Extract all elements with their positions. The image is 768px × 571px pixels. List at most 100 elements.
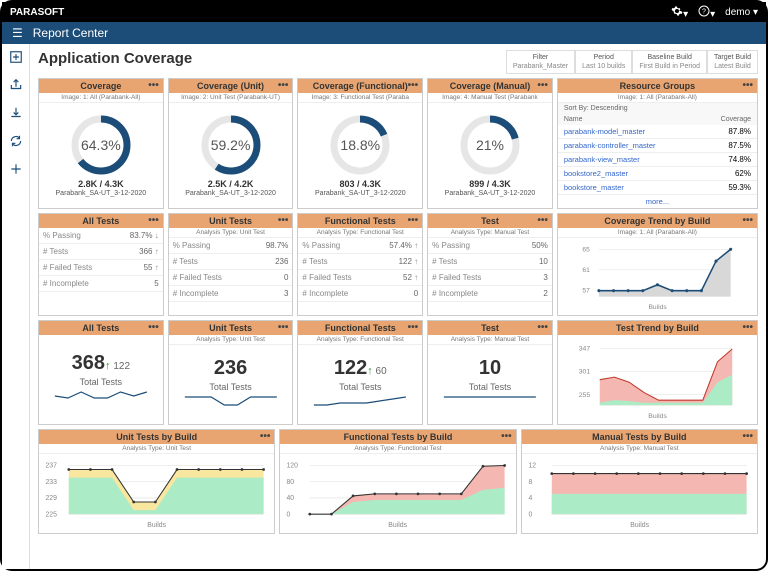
- stat-row: # Tests122 ↑: [298, 254, 422, 270]
- filter-0[interactable]: FilterParabank_Master: [506, 50, 575, 74]
- download-icon[interactable]: [9, 106, 23, 122]
- widget-menu-icon[interactable]: •••: [408, 215, 419, 226]
- add-widget-icon[interactable]: [9, 50, 23, 66]
- resource-group-row[interactable]: bookstore2_master62%: [558, 167, 757, 181]
- svg-text:237: 237: [45, 463, 57, 470]
- svg-text:12: 12: [528, 463, 536, 470]
- widget-header: Coverage (Unit)•••: [169, 79, 293, 93]
- stat-row: # Tests366 ↑: [39, 244, 163, 260]
- total-number: 10: [479, 357, 501, 379]
- widget-menu-icon[interactable]: •••: [260, 431, 271, 442]
- resource-group-row[interactable]: bookstore_master59.3%: [558, 181, 757, 195]
- build-name: Parabank_SA-UT_3-12-2020: [185, 190, 276, 197]
- widget-menu-icon[interactable]: •••: [537, 80, 548, 91]
- stat-row: # Failed Tests3: [428, 270, 552, 286]
- widget-menu-icon[interactable]: •••: [148, 322, 159, 333]
- stat-row: # Incomplete0: [298, 286, 422, 302]
- widget-menu-icon[interactable]: •••: [278, 215, 289, 226]
- test-stats-widget-1: Unit Tests••• Analysis Type: Unit Test %…: [168, 213, 294, 316]
- svg-text:Builds: Builds: [630, 522, 649, 529]
- coverage-ratio: 2.8K / 4.3K: [78, 179, 124, 189]
- settings-icon[interactable]: ▾: [671, 5, 688, 20]
- widget-menu-icon[interactable]: •••: [742, 431, 753, 442]
- svg-text:65: 65: [582, 246, 590, 253]
- svg-text:Builds: Builds: [147, 522, 166, 529]
- widget-menu-icon[interactable]: •••: [742, 322, 753, 333]
- svg-text:120: 120: [287, 463, 299, 470]
- more-link[interactable]: more...: [558, 195, 757, 208]
- svg-text:Builds: Builds: [648, 304, 667, 311]
- svg-text:301: 301: [579, 369, 591, 376]
- widget-menu-icon[interactable]: •••: [278, 80, 289, 91]
- share-icon[interactable]: [9, 78, 23, 94]
- svg-text:229: 229: [45, 495, 57, 502]
- stat-row: # Incomplete2: [428, 286, 552, 302]
- svg-text:347: 347: [579, 346, 591, 353]
- widget-menu-icon[interactable]: •••: [278, 322, 289, 333]
- totals-widget-1: Unit Tests••• Analysis Type: Unit Test 2…: [168, 320, 294, 425]
- coverage-trend-widget: Coverage Trend by Build••• Image: 1: All…: [557, 213, 758, 316]
- resource-group-row[interactable]: parabank-view_master74.8%: [558, 153, 757, 167]
- svg-text:8: 8: [528, 479, 532, 486]
- total-label: Total Tests: [339, 382, 381, 392]
- user-menu[interactable]: demo ▾: [725, 7, 758, 18]
- svg-text:4: 4: [528, 495, 532, 502]
- refresh-icon[interactable]: [9, 134, 23, 150]
- widget-header: Coverage•••: [39, 79, 163, 93]
- test-stats-widget-2: Functional Tests••• Analysis Type: Funct…: [297, 213, 423, 316]
- total-number: 236: [214, 357, 247, 379]
- resource-groups-widget: Resource Groups••• Image: 1: All (Paraba…: [557, 78, 758, 209]
- build-name: Parabank_SA-UT_3-12-2020: [445, 190, 536, 197]
- svg-text:61: 61: [582, 267, 590, 274]
- widget-menu-icon[interactable]: •••: [408, 80, 419, 91]
- widget-menu-icon[interactable]: •••: [742, 215, 753, 226]
- svg-text:0: 0: [287, 511, 291, 518]
- svg-text:40: 40: [287, 495, 295, 502]
- filter-bar: FilterParabank_MasterPeriodLast 10 build…: [506, 50, 758, 74]
- stat-row: # Failed Tests52 ↑: [298, 270, 422, 286]
- resource-group-row[interactable]: parabank-model_master87.8%: [558, 125, 757, 139]
- page-title: Application Coverage: [38, 50, 192, 67]
- total-number: 368: [72, 352, 105, 374]
- svg-text:233: 233: [45, 479, 57, 486]
- filter-1[interactable]: PeriodLast 10 builds: [575, 50, 632, 74]
- stat-row: % Passing50%: [428, 238, 552, 254]
- widget-menu-icon[interactable]: •••: [742, 80, 753, 91]
- test-stats-widget-3: Test••• Analysis Type: Manual Test % Pas…: [427, 213, 553, 316]
- stat-row: % Passing83.7% ↓: [39, 228, 163, 244]
- totals-widget-2: Functional Tests••• Analysis Type: Funct…: [297, 320, 423, 425]
- menu-icon[interactable]: ☰: [12, 26, 23, 40]
- coverage-widget-0: Coverage••• Image: 1: All (Parabank-All)…: [38, 78, 164, 209]
- widget-subtitle: Image: 1: All (Parabank-All): [39, 93, 163, 103]
- help-icon[interactable]: ?▾: [698, 5, 715, 20]
- stat-row: # Failed Tests0: [169, 270, 293, 286]
- total-label: Total Tests: [80, 377, 122, 387]
- total-label: Total Tests: [209, 382, 251, 392]
- stat-row: # Incomplete3: [169, 286, 293, 302]
- stat-row: % Passing98.7%: [169, 238, 293, 254]
- resource-group-row[interactable]: parabank-controller_master87.5%: [558, 139, 757, 153]
- widget-menu-icon[interactable]: •••: [148, 215, 159, 226]
- widget-menu-icon[interactable]: •••: [537, 215, 548, 226]
- svg-text:80: 80: [287, 479, 295, 486]
- widget-menu-icon[interactable]: •••: [148, 80, 159, 91]
- header-title: Report Center: [33, 26, 108, 40]
- stat-row: # Tests10: [428, 254, 552, 270]
- coverage-ratio: 899 / 4.3K: [469, 179, 511, 189]
- widget-menu-icon[interactable]: •••: [408, 322, 419, 333]
- stat-row: # Failed Tests55 ↑: [39, 260, 163, 276]
- plus-icon[interactable]: [9, 162, 23, 178]
- filter-3[interactable]: Target BuildLatest Build: [707, 50, 758, 74]
- stat-row: % Passing57.4% ↑: [298, 238, 422, 254]
- widget-header: Coverage (Manual)•••: [428, 79, 552, 93]
- totals-widget-0: All Tests••• 368↑ 122 Total Tests: [38, 320, 164, 425]
- content: Application Coverage FilterParabank_Mast…: [30, 44, 766, 569]
- stat-row: # Tests236: [169, 254, 293, 270]
- build-name: Parabank_SA-UT_3-12-2020: [56, 190, 147, 197]
- build-name: Parabank_SA-UT_3-12-2020: [315, 190, 406, 197]
- widget-subtitle: Image: 2: Unit Test (Parabank-UT): [169, 93, 293, 103]
- widget-menu-icon[interactable]: •••: [537, 322, 548, 333]
- top-bar: PARASOFT ▾ ?▾ demo ▾: [2, 2, 766, 22]
- widget-menu-icon[interactable]: •••: [501, 431, 512, 442]
- filter-2[interactable]: Baseline BuildFirst Build in Period: [632, 50, 707, 74]
